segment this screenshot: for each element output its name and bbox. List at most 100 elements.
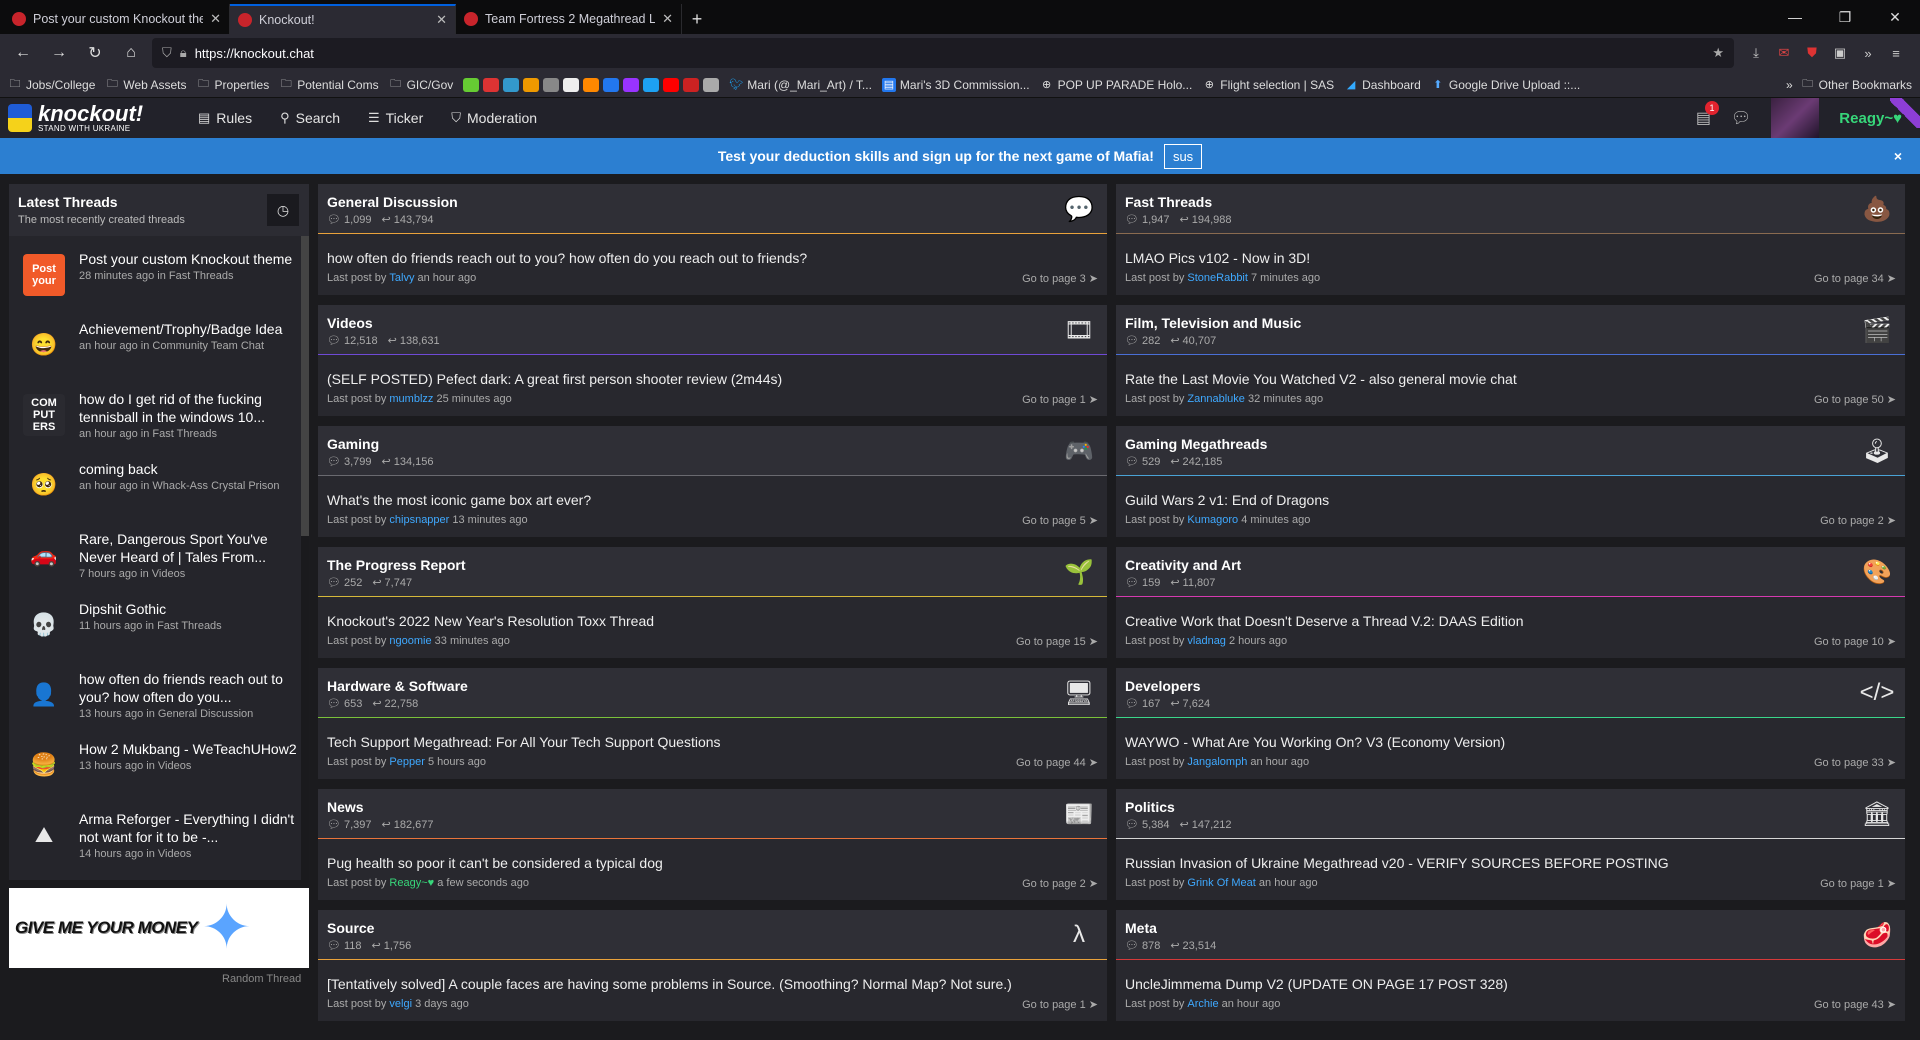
bookmark-favicon-icon[interactable]: [563, 77, 580, 92]
board-name[interactable]: General Discussion: [327, 194, 1098, 210]
board-header[interactable]: The Progress Report 💬︎ 252 ↩ 7,747 🌱: [318, 547, 1107, 597]
bookmark-mari-commission[interactable]: ▤ Mari's 3D Commission...: [881, 77, 1030, 92]
other-bookmarks[interactable]: 🗀 Other Bookmarks: [1801, 78, 1912, 92]
board-name[interactable]: Developers: [1125, 678, 1896, 694]
twitch-icon[interactable]: [623, 77, 640, 92]
board-name[interactable]: Meta: [1125, 920, 1896, 936]
scrollbar-thumb[interactable]: [301, 236, 309, 536]
nav-rules[interactable]: ▤ Rules: [198, 110, 252, 126]
bookmark-folder-potential-coms[interactable]: 🗀 Potential Coms: [279, 78, 379, 92]
bookmark-favicon-icon[interactable]: [503, 77, 520, 92]
thread-title[interactable]: Achievement/Trophy/Badge Idea: [79, 320, 301, 338]
shield-icon[interactable]: ⛉: [162, 45, 172, 61]
list-item[interactable]: 🚗 Rare, Dangerous Sport You've Never Hear…: [9, 524, 309, 594]
banner-button[interactable]: sus: [1163, 143, 1203, 169]
thread-title[interactable]: how do I get rid of the fucking tennisba…: [79, 390, 301, 426]
board-header[interactable]: News 💬︎ 7,397 ↩ 182,677 📰: [318, 789, 1107, 839]
board-header[interactable]: Source 💬︎ 118 ↩ 1,756 λ: [318, 910, 1107, 960]
bookmark-dashboard[interactable]: ◢ Dashboard: [1344, 78, 1421, 92]
thread-title[interactable]: Dipshit Gothic: [79, 600, 301, 618]
list-item[interactable]: 👤 how often do friends reach out to you? …: [9, 664, 309, 734]
hamburger-menu-icon[interactable]: ≡: [1886, 43, 1906, 63]
latest-thread-title[interactable]: [Tentatively solved] A couple faces are …: [327, 976, 1098, 992]
latest-thread-title[interactable]: LMAO Pics v102 - Now in 3D!: [1125, 250, 1896, 266]
go-to-page-link[interactable]: Go to page 1 ➤: [1820, 877, 1896, 890]
close-tab-icon[interactable]: ✕: [210, 11, 221, 27]
list-item[interactable]: 💀 Dipshit Gothic 11 hours ago in Fast Thre…: [9, 594, 309, 664]
ublock-icon[interactable]: ⛊: [1802, 43, 1822, 63]
latest-thread-title[interactable]: how often do friends reach out to you? h…: [327, 250, 1098, 266]
bookmark-folder-jobs[interactable]: 🗀 Jobs/College: [8, 78, 96, 92]
list-item[interactable]: COM PUT ERS how do I get rid of the fucki…: [9, 384, 309, 454]
go-to-page-link[interactable]: Go to page 10 ➤: [1814, 635, 1896, 648]
list-item[interactable]: 🥺 coming back an hour ago in Whack-Ass Cry…: [9, 454, 309, 524]
sidebar-scrollbar[interactable]: [301, 236, 309, 880]
home-icon[interactable]: ⌂: [116, 38, 146, 68]
board-header[interactable]: Developers 💬︎ 167 ↩ 7,624 </>: [1116, 668, 1905, 718]
go-to-page-link[interactable]: Go to page 50 ➤: [1814, 393, 1896, 406]
browser-tab-2[interactable]: Knockout! ✕: [230, 4, 456, 34]
last-post-user[interactable]: ngoomie: [389, 635, 431, 648]
board-name[interactable]: Fast Threads: [1125, 194, 1896, 210]
overflow-menu-icon[interactable]: »: [1858, 43, 1878, 63]
board-name[interactable]: Hardware & Software: [327, 678, 1098, 694]
knockout-icon[interactable]: [683, 77, 700, 92]
bookmark-favicon-icon[interactable]: [583, 77, 600, 92]
last-post-user[interactable]: Archie: [1187, 998, 1218, 1011]
go-to-page-link[interactable]: Go to page 15 ➤: [1016, 635, 1098, 648]
last-post-user[interactable]: Kumagoro: [1187, 514, 1238, 527]
last-post-user[interactable]: Zannabluke: [1187, 393, 1245, 406]
go-to-page-link[interactable]: Go to page 1 ➤: [1022, 998, 1098, 1011]
latest-thread-title[interactable]: Rate the Last Movie You Watched V2 - als…: [1125, 371, 1896, 387]
board-header[interactable]: Meta 💬︎ 878 ↩ 23,514 🥩: [1116, 910, 1905, 960]
list-item[interactable]: 🍔 How 2 Mukbang - WeTeachUHow2 13 hours ag…: [9, 734, 309, 804]
last-post-user[interactable]: Jangalomph: [1187, 756, 1247, 769]
thread-title[interactable]: how often do friends reach out to you? h…: [79, 670, 301, 706]
board-header[interactable]: Hardware & Software 💬︎ 653 ↩ 22,758 🖥: [318, 668, 1107, 718]
restore-icon[interactable]: ❐: [1820, 0, 1870, 34]
thread-title[interactable]: coming back: [79, 460, 301, 478]
last-post-user[interactable]: chipsnapper: [389, 514, 449, 527]
list-item[interactable]: Post your Post your custom Knockout theme…: [9, 244, 309, 314]
board-name[interactable]: Creativity and Art: [1125, 557, 1896, 573]
banner-close-icon[interactable]: ×: [1894, 148, 1902, 164]
random-thread-label[interactable]: Random Thread: [222, 973, 301, 985]
thread-title[interactable]: Post your custom Knockout theme: [79, 250, 301, 268]
youtube-icon[interactable]: [663, 77, 680, 92]
board-header[interactable]: Gaming 💬︎ 3,799 ↩ 134,156 🎮: [318, 426, 1107, 476]
thread-title[interactable]: Rare, Dangerous Sport You've Never Heard…: [79, 530, 301, 566]
thread-title[interactable]: Arma Reforger - Everything I didn't not …: [79, 810, 301, 846]
latest-thread-title[interactable]: Tech Support Megathread: For All Your Te…: [327, 734, 1098, 750]
list-item[interactable]: Pug health so poor it can't be: [9, 874, 309, 880]
last-post-user[interactable]: Talvy: [389, 272, 414, 285]
url-bar[interactable]: ⛉ 🔒︎ https://knockout.chat ★: [152, 38, 1734, 68]
board-name[interactable]: Politics: [1125, 799, 1896, 815]
new-tab-button[interactable]: +: [682, 4, 712, 34]
list-item[interactable]: ⛰ Arma Reforger - Everything I didn't not…: [9, 804, 309, 874]
bookmark-folder-gic-gov[interactable]: 🗀 GIC/Gov: [389, 78, 453, 92]
go-to-page-link[interactable]: Go to page 1 ➤: [1022, 393, 1098, 406]
board-header[interactable]: Gaming Megathreads 💬︎ 529 ↩ 242,185 🕹: [1116, 426, 1905, 476]
browser-tab-1[interactable]: Post your custom Knockout the ✕: [4, 4, 230, 34]
clock-icon[interactable]: ◷: [267, 194, 299, 226]
close-tab-icon[interactable]: ✕: [436, 12, 447, 28]
go-to-page-link[interactable]: Go to page 2 ➤: [1022, 877, 1098, 890]
close-tab-icon[interactable]: ✕: [662, 11, 673, 27]
latest-thread-title[interactable]: What's the most iconic game box art ever…: [327, 492, 1098, 508]
bookmark-google-drive-upload[interactable]: ⬆ Google Drive Upload ::...: [1431, 78, 1580, 92]
latest-thread-title[interactable]: UncleJimmema Dump V2 (UPDATE ON PAGE 17 …: [1125, 976, 1896, 992]
board-header[interactable]: Creativity and Art 💬︎ 159 ↩ 11,807 🎨: [1116, 547, 1905, 597]
back-icon[interactable]: ←: [8, 38, 38, 68]
board-header[interactable]: Film, Television and Music 💬︎ 282 ↩ 40,707 🎬: [1116, 305, 1905, 355]
download-icon[interactable]: ⤓: [1746, 43, 1766, 63]
bookmark-favicon-icon[interactable]: [543, 77, 560, 92]
random-thread-image[interactable]: GIVE ME YOUR MONEY ✦: [9, 888, 309, 968]
board-name[interactable]: Source: [327, 920, 1098, 936]
notifications-icon[interactable]: ▤ 1: [1696, 101, 1719, 128]
go-to-page-link[interactable]: Go to page 2 ➤: [1820, 514, 1896, 527]
bookmark-folder-properties[interactable]: 🗀 Properties: [197, 78, 269, 92]
board-name[interactable]: Videos: [327, 315, 1098, 331]
board-header[interactable]: General Discussion 💬︎ 1,099 ↩ 143,794 💬: [318, 184, 1107, 234]
bookmark-favicon-icon[interactable]: [523, 77, 540, 92]
go-to-page-link[interactable]: Go to page 3 ➤: [1022, 272, 1098, 285]
